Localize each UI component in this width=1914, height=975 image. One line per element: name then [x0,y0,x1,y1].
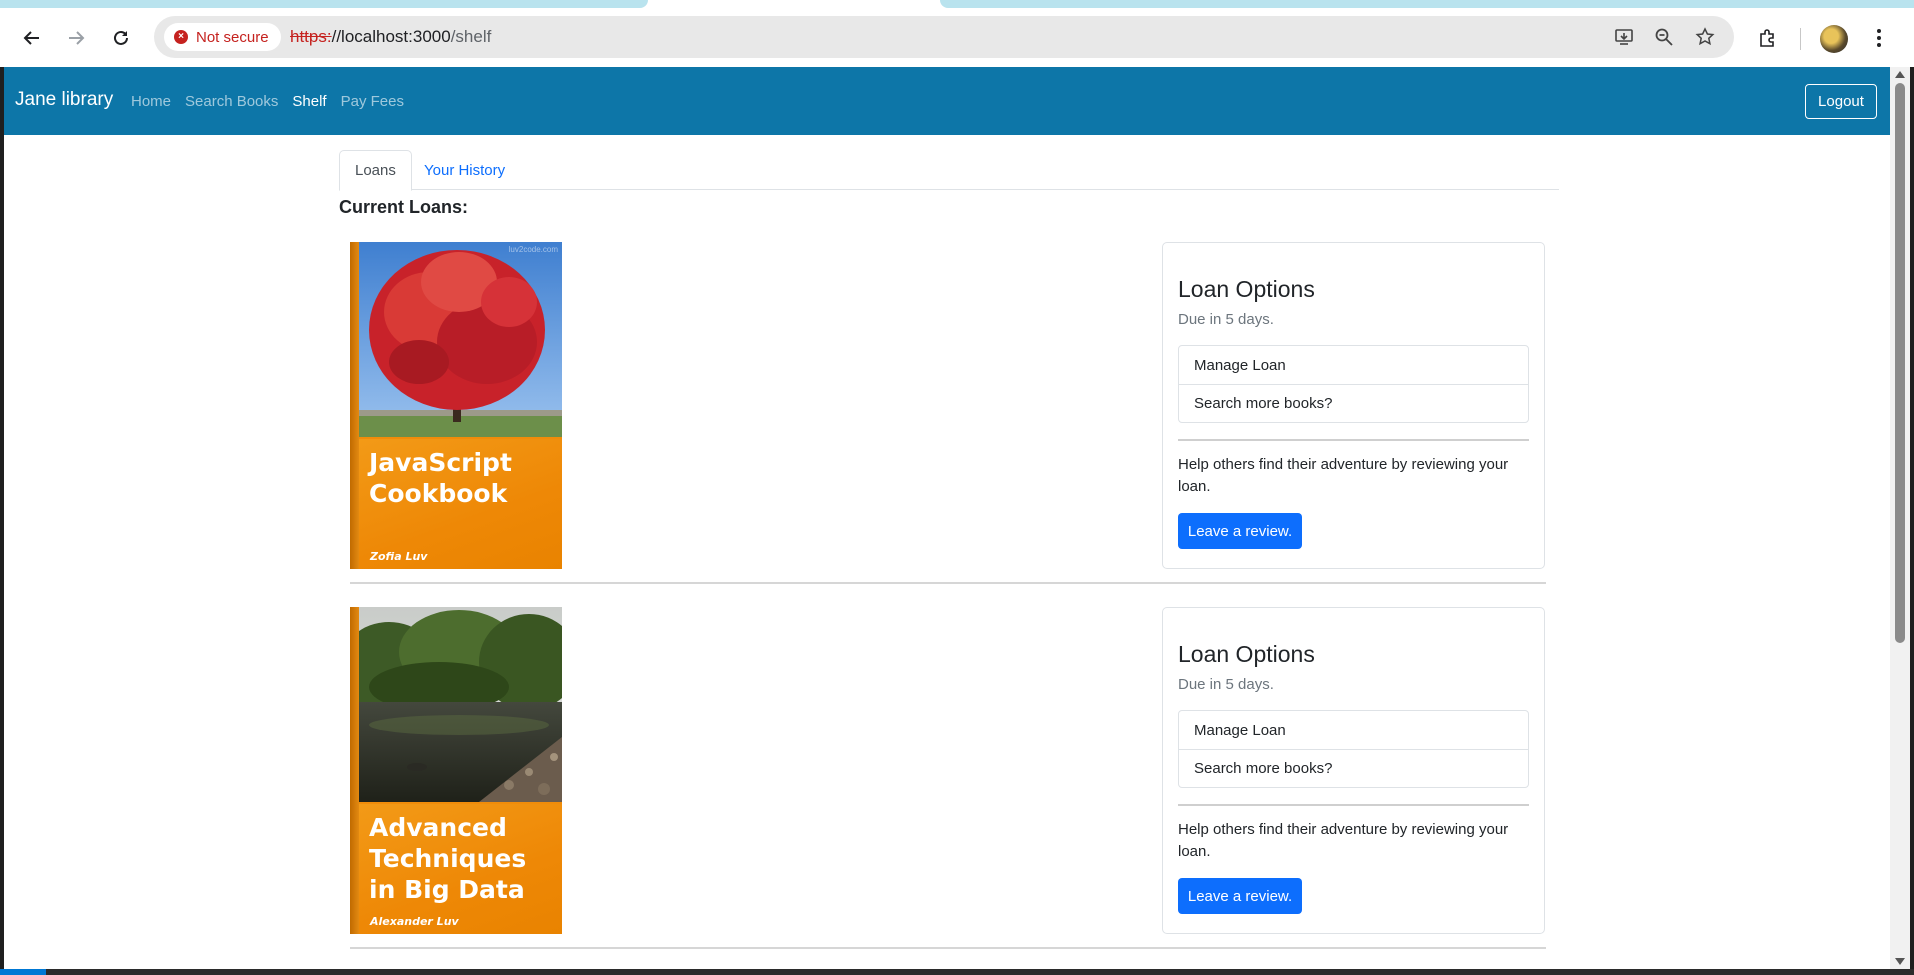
scroll-up-arrow-icon[interactable] [1895,71,1905,78]
loan-item: luv2code.com JavaScript Cookbook Zofia L… [350,242,1546,592]
loan-options-title: Loan Options [1178,641,1315,667]
nav-shelf[interactable]: Shelf [292,93,326,110]
extensions-icon[interactable] [1749,20,1785,56]
nav-pay-fees[interactable]: Pay Fees [341,93,404,110]
cover-photo-river [359,607,562,802]
url-host: //localhost:3000 [331,27,451,46]
card-divider [1178,439,1529,441]
cover-title: JavaScript Cookbook [369,448,512,508]
taskbar-start-edge [0,969,46,975]
page-scrollbar[interactable] [1890,67,1910,969]
cover-author: Alexander Luv [370,915,459,928]
security-chip[interactable]: × Not secure [164,23,281,51]
scrollbar-thumb[interactable] [1895,83,1905,643]
loan-divider [350,947,1546,949]
loan-divider [350,582,1546,584]
nav-links: Home Search Books Shelf Pay Fees [131,93,404,110]
cover-spine [350,607,359,934]
cover-title: Advanced Techniques in Big Data [369,813,527,904]
review-prompt-text: Help others find their adventure by revi… [1178,821,1509,860]
loan-options-card: Loan Options Due in 5 days. Manage Loan … [1162,607,1545,934]
scroll-down-arrow-icon[interactable] [1895,958,1905,965]
bookmark-star-icon[interactable] [1693,25,1717,49]
profile-avatar[interactable] [1820,25,1848,53]
security-label: Not secure [196,28,269,46]
review-prompt-text: Help others find their adventure by revi… [1178,456,1509,495]
cover-photo-tree [359,242,562,437]
not-secure-icon: × [174,30,188,44]
cover-watermark: luv2code.com [508,245,558,254]
nav-home[interactable]: Home [131,93,171,110]
nav-search-books[interactable]: Search Books [185,93,278,110]
page-viewport: Jane library Home Search Books Shelf Pay… [4,67,1890,969]
reload-icon[interactable] [103,20,139,56]
brand[interactable]: Jane library [15,89,113,111]
url-scheme: https: [290,27,332,46]
due-text: Due in 5 days. [1178,676,1274,693]
logout-button[interactable]: Logout [1805,84,1877,119]
loan-options-title: Loan Options [1178,276,1315,302]
search-more-books-item[interactable]: Search more books? [1179,749,1528,787]
leave-review-button[interactable]: Leave a review. [1178,513,1302,549]
loan-actions-list: Manage Loan Search more books? [1178,710,1529,788]
browser-tab[interactable] [940,0,1914,8]
leave-review-button[interactable]: Leave a review. [1178,878,1302,914]
tab-loans[interactable]: Loans [339,150,412,191]
manage-loan-item[interactable]: Manage Loan [1179,346,1528,384]
search-more-books-item[interactable]: Search more books? [1179,384,1528,422]
toolbar-separator [1800,28,1801,50]
taskbar-edge [0,969,1914,975]
loan-options-card: Loan Options Due in 5 days. Manage Loan … [1162,242,1545,569]
browser-toolbar: × Not secure https://localhost:3000/shel… [0,10,1914,67]
address-bar[interactable]: × Not secure https://localhost:3000/shel… [154,16,1734,58]
cover-spine [350,242,359,569]
browser-tab-strip [0,0,1914,10]
url-path: /shelf [450,27,492,46]
card-divider [1178,804,1529,806]
book-cover[interactable]: Advanced Techniques in Big Data Alexande… [350,607,562,934]
book-cover[interactable]: luv2code.com JavaScript Cookbook Zofia L… [350,242,562,569]
browser-tab[interactable] [0,0,648,8]
cover-author: Zofia Luv [370,550,428,563]
current-loans-heading: Current Loans: [339,197,469,217]
menu-kebab-icon[interactable] [1861,20,1897,56]
loan-actions-list: Manage Loan Search more books? [1178,345,1529,423]
tab-your-history[interactable]: Your History [409,150,520,190]
install-app-icon[interactable] [1612,25,1636,49]
navbar: Jane library Home Search Books Shelf Pay… [4,67,1890,135]
due-text: Due in 5 days. [1178,311,1274,328]
back-icon[interactable] [14,20,50,56]
manage-loan-item[interactable]: Manage Loan [1179,711,1528,749]
loan-item: Advanced Techniques in Big Data Alexande… [350,607,1546,957]
zoom-icon[interactable] [1652,25,1676,49]
forward-icon[interactable] [58,20,94,56]
url-text[interactable]: https://localhost:3000/shelf [290,27,491,47]
shelf-tabs: Loans Your History [339,150,1559,191]
